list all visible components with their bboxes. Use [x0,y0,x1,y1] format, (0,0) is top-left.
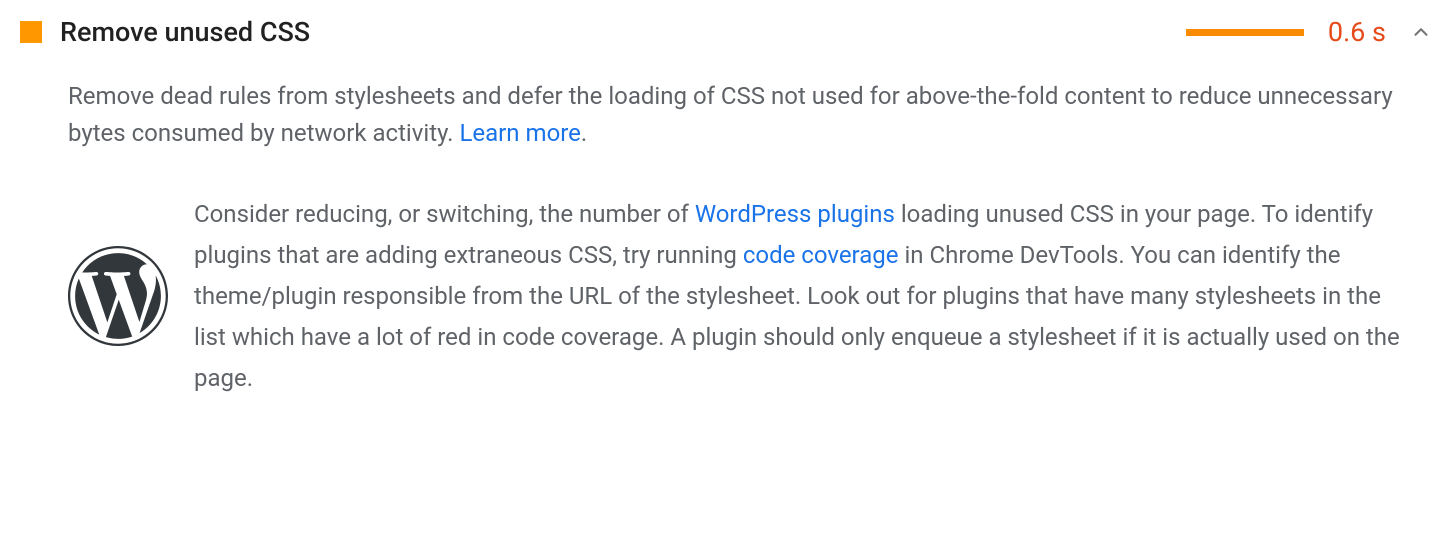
savings-bar-fill [1186,29,1304,36]
savings-bar [1186,29,1304,36]
header-metrics: 0.6 s [1186,16,1432,48]
code-coverage-link[interactable]: code coverage [743,241,899,269]
audit-title: Remove unused CSS [60,16,1168,48]
stack-pack-text: Consider reducing, or switching, the num… [194,194,1402,398]
metric-value: 0.6 s [1328,16,1386,48]
wordpress-icon [68,246,168,346]
description-text-2: . [581,119,587,147]
description-text-1: Remove dead rules from stylesheets and d… [68,82,1393,147]
stack-pack: Consider reducing, or switching, the num… [68,194,1402,398]
audit-header[interactable]: Remove unused CSS 0.6 s [20,16,1432,48]
stack-text-1: Consider reducing, or switching, the num… [194,200,695,228]
learn-more-link[interactable]: Learn more [459,119,580,147]
wordpress-plugins-link[interactable]: WordPress plugins [695,200,895,228]
audit-description: Remove dead rules from stylesheets and d… [68,78,1402,152]
status-square-icon [20,21,42,43]
chevron-up-icon[interactable] [1410,21,1432,43]
